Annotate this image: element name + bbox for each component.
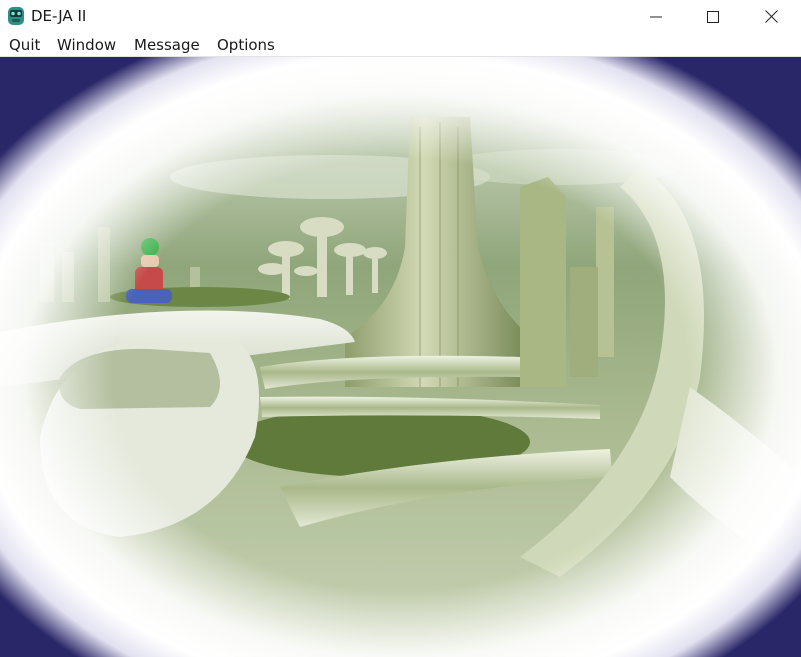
- menu-options[interactable]: Options: [217, 35, 275, 55]
- futuristic-city-scene: [0, 57, 801, 657]
- game-canvas[interactable]: [0, 57, 801, 657]
- menu-bar: Quit Window Message Options: [0, 33, 801, 57]
- window-title: DE-JA II: [31, 7, 87, 25]
- maximize-button[interactable]: [684, 0, 742, 33]
- maximize-icon: [707, 10, 719, 23]
- minimize-button[interactable]: [627, 0, 685, 33]
- menu-quit[interactable]: Quit: [9, 35, 40, 55]
- menu-window[interactable]: Window: [57, 35, 116, 55]
- close-button[interactable]: [742, 0, 800, 33]
- robot-head-icon[interactable]: [6, 6, 26, 26]
- minimize-icon: [650, 16, 662, 17]
- menu-message[interactable]: Message: [134, 35, 200, 55]
- title-bar: DE-JA II: [0, 0, 801, 33]
- close-icon: [764, 10, 778, 23]
